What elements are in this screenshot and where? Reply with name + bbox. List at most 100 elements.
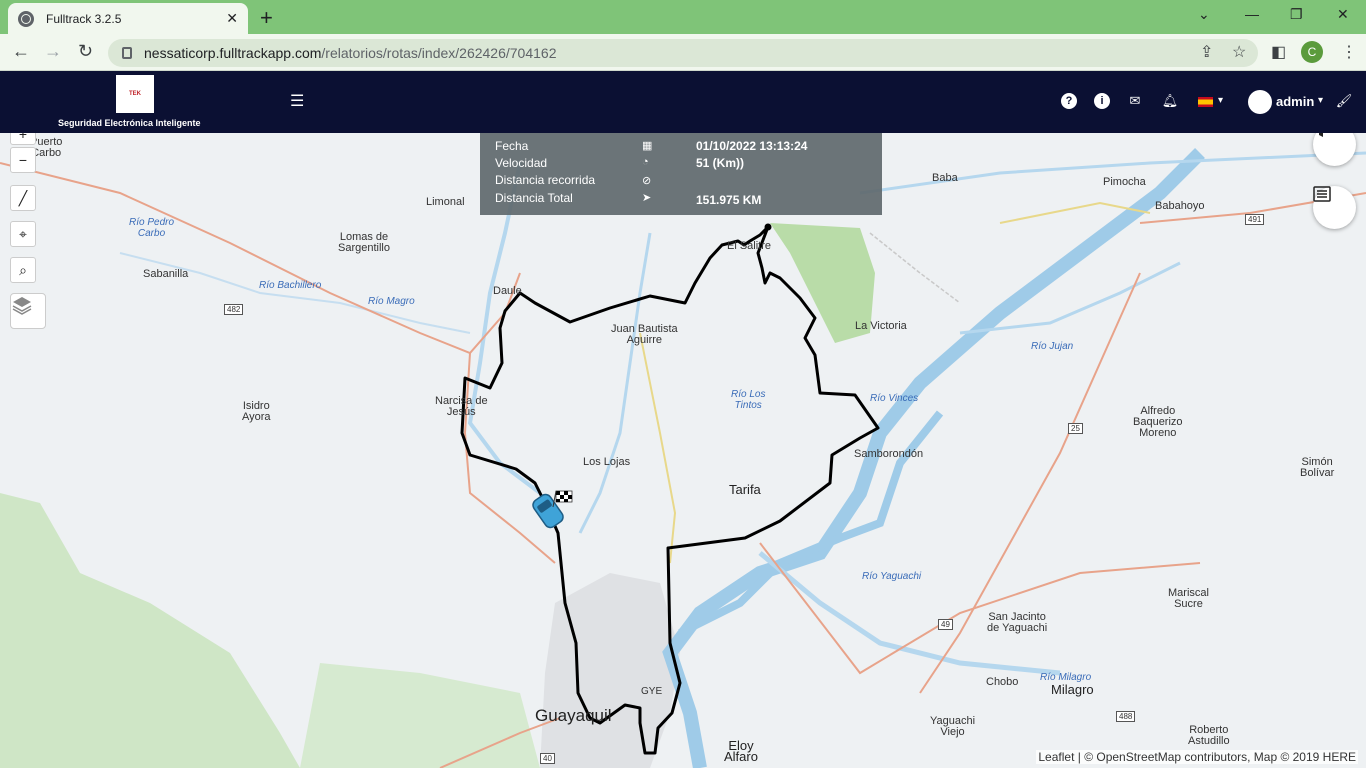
place-eloy-alfaro: Eloy Alfaro bbox=[724, 738, 758, 764]
user-avatar[interactable] bbox=[1248, 90, 1272, 114]
info-value-fecha: 01/10/2022 13:13:24 bbox=[696, 139, 808, 153]
new-tab-button[interactable]: + bbox=[260, 5, 273, 31]
river-label-vinces: Río Vinces bbox=[870, 393, 919, 404]
terrain-west bbox=[0, 493, 300, 768]
url-input[interactable]: nessaticorp.fulltrackapp.com/relatorios/… bbox=[108, 39, 1258, 67]
guayaquil-urban bbox=[540, 573, 680, 768]
calendar-icon: ▦ bbox=[642, 140, 653, 152]
app-header: TEK Seguridad Electrónica Inteligente ☰ … bbox=[0, 71, 1366, 133]
bookmark-star-icon[interactable]: ☆ bbox=[1232, 42, 1246, 62]
zoom-area-icon[interactable]: ⌕ bbox=[10, 257, 36, 283]
road-shield-488: 488 bbox=[1116, 711, 1136, 722]
browser-tab[interactable]: Fulltrack 3.2.5 ✕ bbox=[8, 3, 248, 34]
place-el-salitre: El Salitre bbox=[727, 240, 772, 252]
map-canvas bbox=[0, 148, 1366, 768]
map-pin-icon[interactable]: ⌖ bbox=[10, 221, 36, 247]
place-babahoyo: Babahoyo bbox=[1155, 200, 1205, 212]
river-label-pedro-carbo: Río Pedro Carbo bbox=[129, 217, 175, 239]
place-mariscal-sucre: Mariscal Sucre bbox=[1168, 587, 1209, 610]
river-label-los-tintos: Río Los Tintos bbox=[731, 389, 766, 411]
position-info-panel: Fecha ▦ 01/10/2022 13:13:24 Velocidad ◔ … bbox=[480, 133, 882, 215]
place-daule: Daule bbox=[493, 285, 522, 297]
profile-avatar[interactable]: C bbox=[1301, 41, 1323, 63]
info-label-distancia-total: Distancia Total bbox=[495, 191, 573, 205]
close-tab-icon[interactable]: ✕ bbox=[226, 10, 238, 27]
place-juan-bautista-aguirre: Juan Bautista Aguirre bbox=[611, 323, 678, 346]
road-shield-491: 491 bbox=[1245, 214, 1265, 225]
zoom-out-button[interactable]: − bbox=[10, 147, 36, 173]
place-san-jacinto-de-yaguachi: San Jacinto de Yaguachi bbox=[987, 611, 1048, 634]
user-chevron-down-icon[interactable]: ▾ bbox=[1318, 95, 1323, 106]
info-value-velocidad: 51 (Km)) bbox=[696, 156, 745, 170]
lock-icon bbox=[122, 47, 132, 59]
river-label-yaguachi: Río Yaguachi bbox=[862, 571, 922, 582]
road-shield-482: 482 bbox=[224, 304, 244, 315]
river-label-bachillero: Río Bachillero bbox=[259, 280, 322, 291]
hamburger-menu-icon[interactable]: ☰ bbox=[290, 91, 304, 111]
place-guayaquil: Guayaquil bbox=[535, 706, 612, 725]
river-label-jujan: Río Jujan bbox=[1031, 341, 1074, 352]
info-label-velocidad: Velocidad bbox=[495, 156, 548, 170]
place-lomas-de-sargentillo: Lomas de Sargentillo bbox=[338, 231, 390, 254]
tab-search-icon[interactable]: ⌄ bbox=[1198, 6, 1210, 23]
zoom-in-button[interactable]: + bbox=[10, 133, 36, 145]
minimize-icon[interactable]: — bbox=[1245, 6, 1259, 22]
info-label-distancia-recorrida: Distancia recorrida bbox=[495, 173, 596, 187]
list-icon bbox=[1313, 186, 1331, 202]
brush-icon[interactable]: 🖌︎ bbox=[1336, 93, 1353, 109]
back-icon[interactable]: ← bbox=[12, 41, 30, 62]
river-label-magro: Río Magro bbox=[368, 296, 415, 307]
url-host: nessaticorp.fulltrackapp.com bbox=[144, 45, 322, 61]
place-roberto-astudillo: Roberto Astudillo bbox=[1188, 724, 1230, 747]
speedometer-icon: ◔ bbox=[642, 156, 649, 168]
restore-icon[interactable]: ❐ bbox=[1290, 6, 1303, 23]
place-los-lojas: Los Lojas bbox=[583, 456, 631, 468]
road-482 bbox=[0, 162, 521, 355]
compass-icon: ⊘ bbox=[642, 175, 652, 187]
forward-icon[interactable]: → bbox=[44, 41, 62, 62]
river-bachillero bbox=[119, 252, 471, 334]
side-panel-icon[interactable]: ◧ bbox=[1271, 42, 1286, 62]
measure-line-icon[interactable]: ╱ bbox=[10, 185, 36, 211]
river-los-tintos bbox=[578, 232, 652, 534]
address-bar: ← → ↻ nessaticorp.fulltrackapp.com/relat… bbox=[0, 34, 1366, 71]
help-icon[interactable]: ? bbox=[1061, 93, 1077, 109]
place-la-victoria: La Victoria bbox=[855, 320, 907, 332]
place-milagro: Milagro bbox=[1051, 682, 1094, 697]
close-window-icon[interactable]: ✕ bbox=[1337, 6, 1349, 23]
layers-icon[interactable] bbox=[10, 293, 46, 329]
map-attribution[interactable]: Leaflet | © OpenStreetMap contributors, … bbox=[1036, 750, 1358, 764]
bell-icon[interactable]: 🔔︎ bbox=[1162, 93, 1179, 109]
user-name[interactable]: admin bbox=[1276, 94, 1314, 109]
place-yaguachi-viejo: Yaguachi Viejo bbox=[930, 715, 976, 738]
globe-icon bbox=[18, 10, 34, 27]
place-simon-bolivar: Simón Bolívar bbox=[1300, 456, 1335, 479]
menu-dots-icon[interactable]: ⋮ bbox=[1341, 42, 1357, 62]
location-arrow-icon: ➤ bbox=[642, 192, 652, 204]
place-tarifa: Tarifa bbox=[729, 482, 761, 497]
share-icon[interactable]: ⇪ bbox=[1200, 42, 1213, 62]
place-sabanilla: Sabanilla bbox=[143, 268, 189, 280]
place-chobo: Chobo bbox=[986, 676, 1019, 688]
info-value-distancia-total: 151.975 KM bbox=[696, 193, 762, 207]
route-map[interactable]: Puerto Carbo Limonal Lomas de Sargentill… bbox=[0, 133, 1366, 768]
info-icon[interactable]: i bbox=[1094, 93, 1110, 109]
place-gye-airport: GYE bbox=[641, 686, 663, 697]
language-chevron-down-icon[interactable]: ▾ bbox=[1218, 95, 1223, 106]
terrain-southwest bbox=[300, 663, 540, 768]
place-alfredo-baquerizo-moreno: Alfredo Baquerizo Moreno bbox=[1133, 405, 1183, 439]
report-list-button[interactable] bbox=[1313, 186, 1356, 229]
company-tagline: Seguridad Electrónica Inteligente bbox=[58, 118, 201, 128]
road-shield-40: 40 bbox=[540, 753, 555, 764]
river-label-milagro: Río Milagro bbox=[1040, 672, 1092, 683]
url-path: /relatorios/rotas/index/262426/704162 bbox=[321, 45, 557, 61]
place-baba: Baba bbox=[932, 172, 958, 184]
company-logo[interactable]: TEK bbox=[116, 75, 154, 113]
road-shield-25: 25 bbox=[1068, 423, 1083, 434]
mail-icon[interactable]: ✉ bbox=[1127, 93, 1143, 109]
spain-flag-icon[interactable] bbox=[1198, 97, 1213, 107]
reload-icon[interactable]: ↻ bbox=[78, 41, 93, 62]
road-shield-49: 49 bbox=[938, 619, 953, 630]
road-aguirre bbox=[639, 332, 677, 564]
place-isidro-ayora: Isidro Ayora bbox=[242, 400, 271, 423]
